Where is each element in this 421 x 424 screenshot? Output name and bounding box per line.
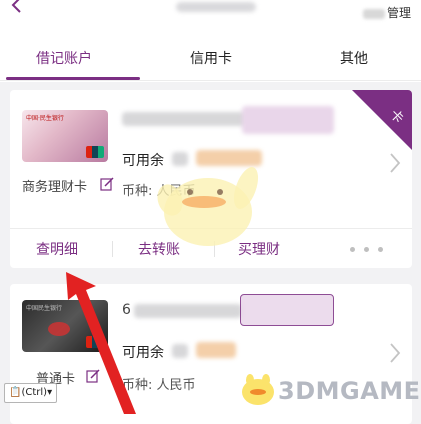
- watermark-text: 3DMGAME: [278, 377, 421, 405]
- unionpay-logo: [86, 146, 104, 158]
- card-type-label: 商务理财卡: [22, 180, 88, 195]
- ctrl-badge-label: (Ctrl): [21, 387, 48, 398]
- clipboard-icon: 📋: [9, 387, 22, 398]
- card-number-redacted-highlight: [240, 294, 334, 326]
- edit-icon[interactable]: [100, 177, 114, 191]
- balance-amount-redacted: [196, 342, 236, 358]
- balance-redacted: [172, 344, 188, 358]
- card-image: 中国·民生银行: [22, 110, 108, 162]
- chevron-right-icon[interactable]: [388, 152, 402, 174]
- view-details-button[interactable]: 查明细: [36, 239, 78, 259]
- manage-redacted: [362, 8, 385, 19]
- card-number-redacted-highlight: [242, 106, 334, 134]
- manage-button[interactable]: 管理: [362, 4, 411, 21]
- chevron-left-icon[interactable]: [6, 0, 28, 16]
- tab-other[interactable]: 其他: [340, 48, 368, 68]
- tab-credit-cards[interactable]: 信用卡: [190, 48, 232, 68]
- chevron-right-icon[interactable]: [388, 342, 402, 364]
- tabs-divider: [0, 80, 421, 81]
- account-tabs: 借记账户 信用卡 其他: [0, 40, 421, 80]
- tab-debit-accounts[interactable]: 借记账户: [36, 48, 92, 68]
- card-corner-badge: 卡: [352, 90, 412, 150]
- mascot-watermark: [157, 167, 259, 246]
- card-number-redacted: [134, 304, 242, 318]
- action-separator: [112, 241, 113, 257]
- app-header: 管理 借记账户 信用卡 其他: [0, 0, 421, 82]
- page-title-redacted: [176, 2, 256, 12]
- card-number-redacted: [122, 112, 248, 126]
- mascot-logo-icon: [242, 374, 274, 405]
- more-icon[interactable]: [350, 247, 384, 252]
- red-arrow-annotation: [66, 272, 136, 414]
- ctrl-paste-badge[interactable]: 📋(Ctrl)▾: [4, 383, 58, 403]
- manage-label: 管理: [386, 6, 411, 20]
